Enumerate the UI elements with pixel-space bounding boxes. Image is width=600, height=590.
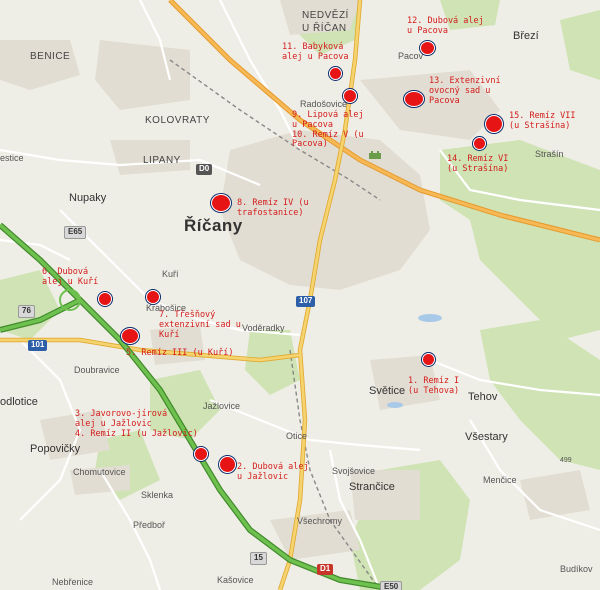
- place-kasovice: Kašovice: [217, 575, 254, 585]
- site-label-line: (u Tehova): [408, 385, 460, 396]
- map-base: [0, 0, 600, 590]
- site-marker-9[interactable]: [343, 89, 357, 103]
- site-marker-8[interactable]: [211, 194, 231, 212]
- site-label-line: 5. Remíz III (u Kuří): [126, 348, 234, 358]
- site-label-9-10: 9. Lipová alej u Pacova 10. Remíz V (u Paco…: [292, 110, 364, 150]
- shield-e65: E65: [64, 226, 87, 239]
- site-label-6: 6. Dubová alej u Kuří: [42, 267, 99, 288]
- shield-76: 76: [18, 305, 35, 318]
- shield-d1: D1: [317, 564, 334, 575]
- site-label-line: Pacova: [429, 95, 460, 106]
- site-marker-5[interactable]: [121, 328, 139, 344]
- shield-107: 107: [296, 296, 316, 307]
- site-label-line: Kuří: [159, 329, 180, 340]
- site-marker-14[interactable]: [473, 137, 486, 150]
- site-marker-6[interactable]: [98, 292, 112, 306]
- site-label-line: Pacova): [292, 139, 328, 150]
- place-nupaky: Nupaky: [69, 192, 107, 204]
- site-marker-7[interactable]: [146, 290, 160, 304]
- site-label-15: 15. Remíz VII (u Strašína): [509, 111, 576, 132]
- site-label-line: trafostanice): [237, 207, 304, 218]
- place-nedvezi: NEDVĚZÍ: [302, 10, 349, 21]
- map-canvas[interactable]: NEDVĚZÍ U ŘÍČAN Březí BENICE Pacov KOLOV…: [0, 0, 600, 590]
- place-u-rican: U ŘÍČAN: [302, 23, 347, 34]
- place-nebrenice: Nebřenice: [52, 577, 94, 587]
- place-budikov: Budíkov: [560, 564, 593, 574]
- site-label-line: (u Strašína): [509, 120, 571, 131]
- shield-15: 15: [250, 552, 267, 565]
- site-marker-1[interactable]: [422, 353, 435, 366]
- place-pestice: estice: [0, 153, 24, 163]
- place-lipany: LIPANY: [143, 155, 181, 166]
- place-vsestary: Všestary: [465, 431, 508, 443]
- site-marker-13[interactable]: [404, 91, 424, 107]
- place-brezi: Březí: [513, 30, 539, 42]
- site-label-2: 2. Dubová alej u Jažlovic: [237, 462, 309, 483]
- elevation-label: 499: [560, 457, 572, 464]
- place-otice: Otice: [286, 431, 308, 441]
- site-label-5: 5. Remíz III (u Kuří): [126, 348, 234, 359]
- site-marker-11[interactable]: [329, 67, 342, 80]
- site-label-13: 13. Extenzivní ovocný sad u Pacova: [429, 76, 501, 106]
- place-pacov: Pacov: [398, 51, 424, 61]
- site-label-7: 7. Třešňový extenzivní sad u Kuří: [159, 310, 241, 340]
- place-mencice: Menčice: [483, 475, 517, 485]
- place-radosovice: Radošovice: [300, 99, 348, 109]
- site-marker-12[interactable]: [420, 41, 435, 55]
- place-modlotice: odlotice: [0, 396, 38, 408]
- place-rican: Říčany: [184, 216, 243, 235]
- site-label-line: u Pacova: [407, 25, 448, 36]
- place-doubravice: Doubravice: [74, 365, 120, 375]
- place-popovicky: Popovičky: [30, 443, 81, 455]
- place-predbor: Předboř: [133, 520, 166, 530]
- place-sklenka: Sklenka: [141, 490, 174, 500]
- site-label-11: 11. Babyková alej u Pacova: [282, 42, 349, 63]
- site-marker-15[interactable]: [485, 115, 503, 133]
- place-kuri: Kuří: [162, 269, 179, 279]
- site-label-1: 1. Remíz I (u Tehova): [408, 376, 460, 397]
- site-label-line: (u Strašína): [447, 163, 509, 174]
- place-jazlovice: Jažlovice: [203, 401, 241, 411]
- place-svetice: Světice: [369, 385, 406, 397]
- place-strasin: Strašín: [535, 149, 564, 159]
- site-marker-2[interactable]: [219, 456, 236, 473]
- site-label-line: alej u Kuří: [42, 276, 99, 287]
- site-label-8: 8. Remíz IV (u trafostanice): [237, 198, 309, 219]
- place-voderadky: Voděradky: [242, 323, 285, 333]
- shield-d0: D0: [196, 164, 213, 175]
- shield-101: 101: [28, 340, 48, 351]
- place-chomutovice: Chomutovice: [73, 467, 126, 477]
- place-vsechromy: Všechromy: [297, 516, 343, 526]
- site-label-12: 12. Dubová alej u Pacova: [407, 16, 484, 37]
- site-marker-3[interactable]: [194, 447, 208, 461]
- shield-e50: E50: [380, 581, 403, 590]
- place-benice: BENICE: [30, 51, 71, 62]
- place-kolovraty: KOLOVRATY: [145, 115, 210, 126]
- site-label-line: u Jažlovic: [237, 471, 289, 482]
- site-label-14: 14. Remíz VI (u Strašína): [447, 154, 509, 175]
- place-tehov: Tehov: [468, 391, 498, 403]
- place-svojsovice: Svojšovice: [332, 466, 376, 476]
- place-strancice: Strančice: [349, 481, 395, 493]
- site-label-line: 4. Remíz II (u Jažlovic): [75, 428, 198, 439]
- site-label-3-4: 3. Javorovo-jírová alej u Jažlovic 4. Remí…: [75, 409, 198, 439]
- site-label-line: alej u Pacova: [282, 51, 349, 62]
- landmark-icon: [369, 151, 381, 159]
